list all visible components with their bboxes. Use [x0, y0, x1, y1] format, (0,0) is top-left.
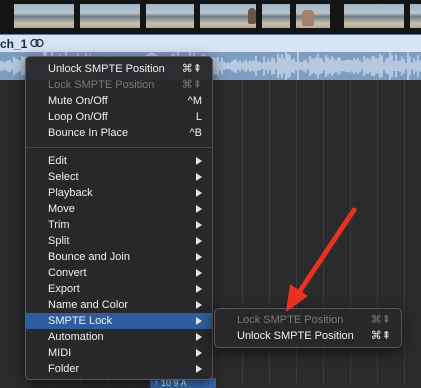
menu-item-edit[interactable]: Edit	[26, 153, 212, 169]
menu-item-label: SMPTE Lock	[48, 315, 113, 327]
menu-item-shortcut: ⌘⇞	[181, 79, 202, 91]
smpte-lock-submenu: Lock SMPTE Position ⌘⇞ Unlock SMPTE Posi…	[214, 308, 402, 348]
menu-item-label: MIDI	[48, 347, 72, 359]
menu-item-shortcut: ⌘⇞	[181, 63, 202, 75]
submenu-arrow-icon	[196, 349, 202, 357]
submenu-arrow-icon	[196, 221, 202, 229]
menu-item-label: Folder	[48, 363, 80, 375]
menu-item-automation[interactable]: Automation	[26, 329, 212, 345]
menu-item-label: Lock SMPTE Position	[48, 79, 155, 91]
menu-item-smpte-lock[interactable]: SMPTE Lock	[26, 313, 212, 329]
menu-item-shortcut: ^B	[189, 127, 203, 139]
menu-item-label: Lock SMPTE Position	[237, 314, 344, 326]
menu-item-loop-on-off[interactable]: Loop On/Off L	[26, 109, 212, 125]
video-thumbnail	[146, 4, 194, 28]
region-name: ch_1	[0, 37, 28, 51]
menu-item-label: Export	[48, 283, 80, 295]
submenu-arrow-icon	[196, 365, 202, 373]
menu-item-shortcut: ⌘⇞	[370, 330, 391, 342]
submenu-arrow-icon	[196, 189, 202, 197]
menu-item-label: Edit	[48, 155, 67, 167]
menu-item-label: Bounce and Join	[48, 251, 130, 263]
menu-item-unlock-smpte-position[interactable]: Unlock SMPTE Position ⌘⇞	[26, 61, 212, 77]
thumbnail-figure	[302, 10, 314, 26]
submenu-arrow-icon	[196, 269, 202, 277]
submenu-arrow-icon	[196, 285, 202, 293]
submenu-arrow-icon	[196, 317, 202, 325]
video-thumbnail	[262, 4, 290, 28]
submenu-arrow-icon	[196, 173, 202, 181]
menu-item-label: Trim	[48, 219, 70, 231]
submenu-arrow-icon	[196, 301, 202, 309]
video-thumbnail-track	[0, 0, 421, 34]
menu-item-label: Unlock SMPTE Position	[237, 330, 354, 342]
submenu-arrow-icon	[196, 333, 202, 341]
loop-icon	[30, 38, 44, 48]
menu-item-label: Unlock SMPTE Position	[48, 63, 165, 75]
menu-item-label: Playback	[48, 187, 93, 199]
menu-item-split[interactable]: Split	[26, 233, 212, 249]
submenu-item-lock-smpte-position: Lock SMPTE Position ⌘⇞	[215, 312, 401, 328]
submenu-arrow-icon	[196, 237, 202, 245]
menu-item-label: Split	[48, 235, 70, 247]
menu-item-bounce-and-join[interactable]: Bounce and Join	[26, 249, 212, 265]
menu-item-label: Name and Color	[48, 299, 129, 311]
menu-item-folder[interactable]: Folder	[26, 361, 212, 377]
submenu-arrow-icon	[196, 205, 202, 213]
menu-item-shortcut: ⌘⇞	[370, 314, 391, 326]
menu-item-midi[interactable]: MIDI	[26, 345, 212, 361]
menu-item-shortcut: L	[195, 111, 202, 123]
menu-item-label: Mute On/Off	[48, 95, 108, 107]
menu-item-mute-on-off[interactable]: Mute On/Off ^M	[26, 93, 212, 109]
menu-item-export[interactable]: Export	[26, 281, 212, 297]
video-thumbnail	[344, 4, 404, 28]
menu-item-label: Move	[48, 203, 75, 215]
video-thumbnail	[14, 4, 74, 28]
menu-item-label: Bounce In Place	[48, 127, 129, 139]
video-thumbnail	[80, 4, 140, 28]
thumbnail-figure	[248, 8, 256, 24]
menu-item-trim[interactable]: Trim	[26, 217, 212, 233]
menu-item-move[interactable]: Move	[26, 201, 212, 217]
menu-item-shortcut: ^M	[187, 95, 202, 107]
menu-item-label: Convert	[48, 267, 87, 279]
submenu-item-unlock-smpte-position[interactable]: Unlock SMPTE Position ⌘⇞	[215, 328, 401, 344]
menu-item-label: Loop On/Off	[48, 111, 108, 123]
audio-region-header[interactable]: ch_1	[0, 34, 421, 53]
menu-item-convert[interactable]: Convert	[26, 265, 212, 281]
menu-item-bounce-in-place[interactable]: Bounce In Place ^B	[26, 125, 212, 141]
menu-item-select[interactable]: Select	[26, 169, 212, 185]
submenu-arrow-icon	[196, 157, 202, 165]
menu-item-playback[interactable]: Playback	[26, 185, 212, 201]
context-menu: Unlock SMPTE Position ⌘⇞ Lock SMPTE Posi…	[25, 56, 213, 380]
menu-item-label: Select	[48, 171, 79, 183]
menu-item-label: Automation	[48, 331, 104, 343]
submenu-arrow-icon	[196, 253, 202, 261]
video-thumbnail	[410, 4, 421, 28]
menu-separator	[26, 147, 212, 148]
menu-item-name-and-color[interactable]: Name and Color	[26, 297, 212, 313]
menu-item-lock-smpte-position: Lock SMPTE Position ⌘⇞	[26, 77, 212, 93]
